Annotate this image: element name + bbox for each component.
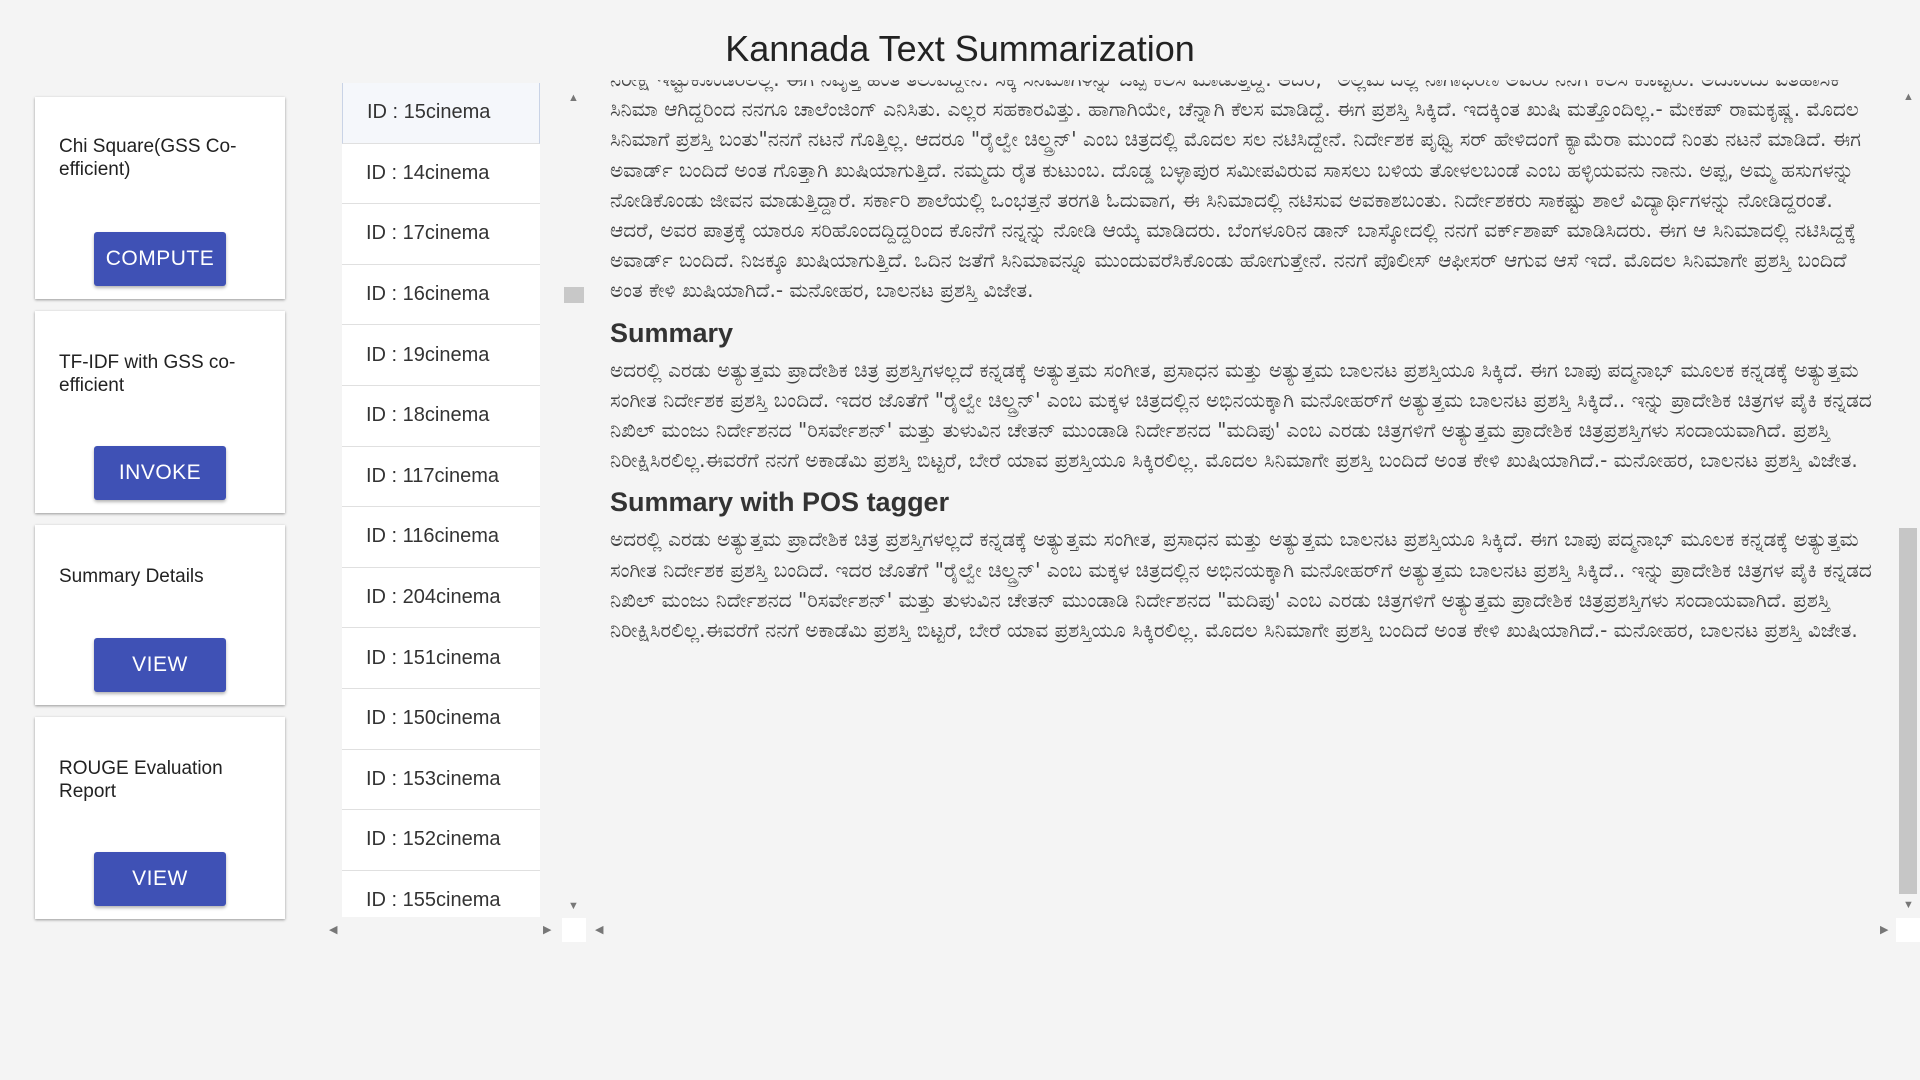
list-item[interactable]: ID : 204cinema — [342, 567, 540, 629]
list-item[interactable]: ID : 19cinema — [342, 325, 540, 386]
card-summary-details: Summary Details VIEW — [35, 525, 285, 705]
list-item[interactable]: ID : 155cinema — [342, 870, 540, 917]
list-item[interactable]: ID : 18cinema — [342, 385, 540, 447]
summary-heading: Summary — [610, 317, 734, 348]
method-cards: Chi Square(GSS Co-efficient) COMPUTE TF-… — [35, 97, 285, 931]
content-hscrollbar[interactable]: ◀ ▶ — [592, 920, 1898, 942]
view-rouge-button[interactable]: VIEW — [94, 852, 226, 906]
list-item[interactable]: ID : 14cinema — [342, 143, 540, 205]
compute-button[interactable]: COMPUTE — [94, 232, 226, 286]
list-item[interactable]: ID : 151cinema — [342, 628, 540, 689]
scroll-left-icon[interactable]: ◀ — [595, 925, 603, 936]
card-rouge-report: ROUGE Evaluation Report VIEW — [35, 717, 285, 919]
original-text: ನಿರೀಕ್ಷೆ ಇಟ್ಟುಕೊಂಡಿರಲಿಲ್ಲ. ಈಗ ನಿವೃತ್ತಿ ಹ… — [610, 80, 1861, 303]
scroll-up-icon[interactable]: ▲ — [568, 93, 579, 104]
page-title: Kannada Text Summarization — [725, 28, 1195, 69]
scroll-right-icon[interactable]: ▶ — [1880, 925, 1888, 936]
card-title: ROUGE Evaluation Report — [59, 758, 223, 802]
card-title: Chi Square(GSS Co-efficient) — [59, 136, 237, 180]
card-title: Summary Details — [59, 566, 204, 587]
card-title: TF-IDF with GSS co-efficient — [59, 352, 236, 396]
pos-summary-heading: Summary with POS tagger — [610, 487, 950, 518]
list-item[interactable]: ID : 15cinema — [342, 83, 540, 144]
content-panel: ನಿರೀಕ್ಷೆ ಇಟ್ಟುಕೊಂಡಿರಲಿಲ್ಲ. ಈಗ ನಿವೃತ್ತಿ ಹ… — [586, 80, 1896, 916]
list-item[interactable]: ID : 117cinema — [342, 446, 540, 508]
scroll-corner — [562, 918, 586, 942]
content-scroll-thumb[interactable] — [1899, 528, 1917, 894]
scroll-right-icon[interactable]: ▶ — [543, 925, 551, 936]
invoke-button[interactable]: INVOKE — [94, 446, 226, 500]
list-item[interactable]: ID : 153cinema — [342, 749, 540, 811]
list-item[interactable]: ID : 17cinema — [342, 204, 540, 265]
id-list-scrollbar[interactable]: ▲ ▼ — [562, 83, 584, 917]
summary-text: ಅದರಲ್ಲಿ ಎರಡು ಅತ್ಯುತ್ತಮ ಪ್ರಾದೇಶಿಕ ಚಿತ್ರ ಪ… — [610, 357, 1872, 473]
scroll-up-icon[interactable]: ▲ — [1903, 92, 1914, 103]
card-tfidf: TF-IDF with GSS co-efficient INVOKE — [35, 311, 285, 513]
pos-summary-text: ಅದರಲ್ಲಿ ಎರಡು ಅತ್ಯುತ್ತಮ ಪ್ರಾದೇಶಿಕ ಚಿತ್ರ ಪ… — [610, 527, 1872, 643]
card-chi-square: Chi Square(GSS Co-efficient) COMPUTE — [35, 97, 285, 299]
id-list-scroll-thumb[interactable] — [564, 287, 584, 303]
scroll-corner — [1896, 918, 1920, 942]
scroll-left-icon[interactable]: ◀ — [329, 925, 337, 936]
list-item[interactable]: ID : 150cinema — [342, 688, 540, 750]
view-summary-button[interactable]: VIEW — [94, 638, 226, 692]
id-list-hscrollbar[interactable]: ◀ ▶ — [325, 920, 555, 942]
scroll-down-icon[interactable]: ▼ — [1903, 900, 1914, 911]
id-list-panel: ID : 15cinema ID : 14cinema ID : 17cinem… — [325, 83, 593, 917]
scroll-down-icon[interactable]: ▼ — [568, 901, 579, 912]
content-inner: ನಿರೀಕ್ಷೆ ಇಟ್ಟುಕೊಂಡಿರಲಿಲ್ಲ. ಈಗ ನಿವೃತ್ತಿ ಹ… — [610, 80, 1872, 645]
list-item[interactable]: ID : 116cinema — [342, 507, 540, 568]
list-item[interactable]: ID : 16cinema — [342, 264, 540, 326]
list-item[interactable]: ID : 152cinema — [342, 810, 540, 871]
id-list: ID : 15cinema ID : 14cinema ID : 17cinem… — [342, 83, 540, 917]
